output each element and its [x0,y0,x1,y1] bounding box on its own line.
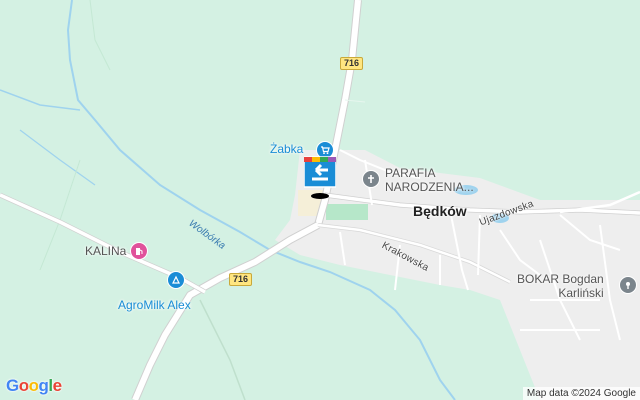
google-logo-letter: e [52,376,62,395]
location-marker-icon[interactable] [304,155,336,199]
poi-bokar-label-line1: BOKAR Bogdan [517,272,604,286]
google-logo-letter: G [6,376,19,395]
church-icon[interactable] [362,170,380,188]
poi-parafia[interactable]: PARAFIA NARODZENIA... [385,166,474,194]
poi-parafia-label-line2: NARODZENIA... [385,180,474,194]
map-canvas[interactable]: 716 716 Wolbórka Krakowska Ujazdowska Bę… [0,0,640,400]
poi-kalina[interactable]: KALINa [85,242,149,260]
poi-kalina-label: KALINa [85,244,127,258]
dairy-store-icon[interactable] [167,271,185,289]
gas-station-icon [130,242,149,260]
poi-parafia-label-line1: PARAFIA [385,166,436,180]
map-attribution: Map data ©2024 Google [522,387,640,400]
town-label: Będków [413,203,467,219]
poi-zabka[interactable]: Żabka [270,142,303,156]
poi-agromilk-label: AgroMilk Alex [118,298,191,312]
company-icon[interactable] [619,276,637,294]
google-logo-letter: o [28,376,39,395]
poi-agromilk[interactable]: AgroMilk Alex [118,298,191,312]
poi-zabka-label: Żabka [270,142,304,156]
route-shield-716-south: 716 [229,273,253,286]
poi-bokar[interactable]: BOKAR Bogdan Karliński [517,272,604,300]
poi-bokar-label-line2: Karliński [558,286,604,300]
google-logo-letter: o [18,376,29,395]
park-area [326,204,368,220]
route-shield-716-north: 716 [340,57,364,70]
google-logo: Google [6,376,62,396]
google-logo-letter: g [38,376,49,395]
map-base-layer [0,0,640,400]
